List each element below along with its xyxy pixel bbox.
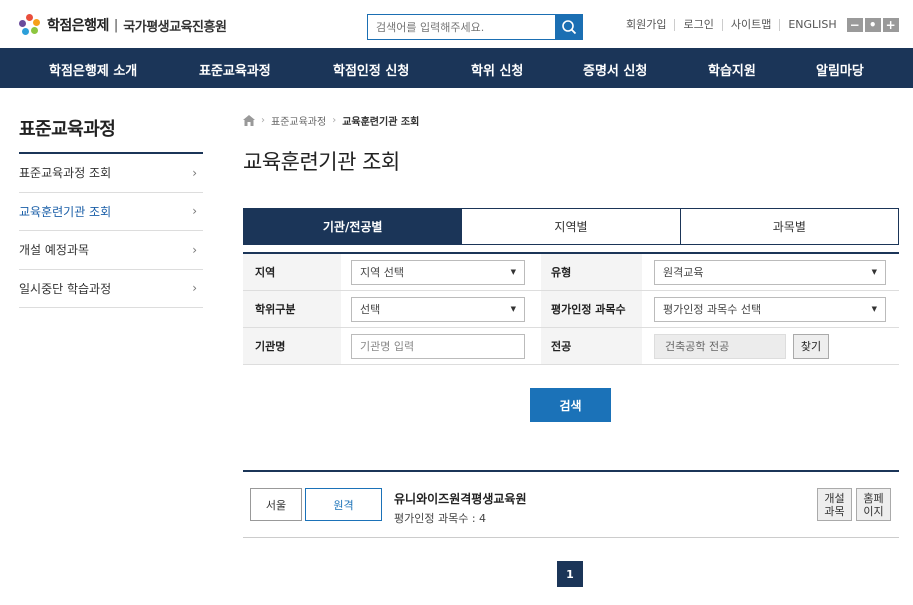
search-submit-button[interactable]: 검색 — [530, 388, 611, 422]
chevron-right-icon: › — [192, 204, 197, 219]
tab-subject[interactable]: 과목별 — [679, 209, 898, 244]
degree-label: 학위구분 — [243, 291, 341, 327]
degree-select-value: 선택 — [360, 303, 381, 316]
homepage-label: 홈페 이지 — [863, 491, 884, 518]
chevron-right-icon: › — [192, 242, 197, 257]
header-search — [367, 14, 583, 40]
degree-select[interactable]: 선택 ▼ — [351, 296, 525, 322]
sitemap-link[interactable]: 사이트맵 — [723, 19, 781, 31]
major-cell: 건축공학 전공 찾기 — [642, 328, 899, 364]
zoom-in-button[interactable]: + — [882, 18, 899, 32]
degree-cell: 선택 ▼ — [341, 291, 541, 327]
eval-count-select-value: 평가인정 과목수 선택 — [663, 303, 762, 316]
nav-item-learning-support[interactable]: 학습지원 — [708, 60, 756, 79]
logo-divider: | — [113, 17, 119, 33]
tab-institution-major[interactable]: 기관/전공별 — [244, 209, 462, 244]
sidebar-item-institution-search[interactable]: 교육훈련기관 조회 › — [19, 193, 203, 231]
breadcrumb: › 표준교육과정 › 교육훈련기관 조회 — [243, 113, 419, 128]
zoom-out-button[interactable]: − — [846, 18, 863, 32]
institution-name-cell: 기관명 입력 — [341, 328, 541, 364]
type-cell: 원격교육 ▼ — [642, 254, 899, 290]
tab-region[interactable]: 지역별 — [461, 209, 680, 244]
nav-item-degree-apply[interactable]: 학위 신청 — [471, 60, 523, 79]
caret-down-icon: ▼ — [871, 305, 877, 313]
search-tabs: 기관/전공별 지역별 과목별 — [243, 208, 899, 245]
nav-item-notice[interactable]: 알림마당 — [816, 60, 864, 79]
search-form: 지역 지역 선택 ▼ 유형 원격교육 ▼ 학위구분 선택 ▼ 평가인정 과목수 … — [243, 252, 899, 365]
site-logo[interactable]: 학점은행제 | 국가평생교육진흥원 — [19, 14, 227, 36]
eval-course-count: 평가인정 과목수 : 4 — [394, 512, 487, 525]
major-label: 전공 — [541, 328, 642, 364]
logo-org-name: 국가평생교육진흥원 — [123, 19, 227, 35]
open-courses-label: 개설 과목 — [824, 491, 845, 518]
region-select-value: 지역 선택 — [360, 266, 404, 279]
login-link[interactable]: 로그인 — [675, 19, 723, 31]
search-icon — [561, 20, 576, 35]
type-select-value: 원격교육 — [663, 266, 704, 279]
homepage-button[interactable]: 홈페 이지 — [856, 488, 891, 521]
page-title: 교육훈련기관 조회 — [243, 150, 400, 174]
find-major-button[interactable]: 찾기 — [793, 333, 829, 359]
search-button[interactable] — [555, 15, 582, 39]
font-zoom-controls: − • + — [845, 18, 899, 32]
chevron-right-icon: › — [192, 281, 197, 296]
caret-down-icon: ▼ — [871, 268, 877, 276]
region-cell: 지역 선택 ▼ — [341, 254, 541, 290]
breadcrumb-item[interactable]: 표준교육과정 — [271, 113, 326, 128]
nav-item-credit-apply[interactable]: 학점인정 신청 — [333, 60, 409, 79]
pagination-page-button[interactable]: 1 — [557, 561, 583, 587]
chevron-right-icon: › — [192, 165, 197, 180]
eval-count-select[interactable]: 평가인정 과목수 선택 ▼ — [654, 296, 886, 322]
sidebar-item-planned-courses[interactable]: 개설 예정과목 › — [19, 231, 203, 270]
signup-link[interactable]: 회원가입 — [618, 19, 676, 31]
logo-text: 학점은행제 — [47, 18, 109, 34]
sidebar-menu: 표준교육과정 조회 › 교육훈련기관 조회 › 개설 예정과목 › 일시중단 학… — [19, 152, 203, 308]
sidebar-item-label: 표준교육과정 조회 — [19, 166, 112, 181]
sidebar-item-label: 개설 예정과목 — [19, 243, 90, 258]
sidebar-item-curriculum-search[interactable]: 표준교육과정 조회 › — [19, 154, 203, 193]
form-row: 기관명 기관명 입력 전공 건축공학 전공 찾기 — [243, 328, 899, 365]
region-badge: 서울 — [250, 488, 302, 521]
nav-item-intro[interactable]: 학점은행제 소개 — [49, 60, 137, 79]
search-input[interactable] — [368, 15, 555, 39]
form-row: 학위구분 선택 ▼ 평가인정 과목수 평가인정 과목수 선택 ▼ — [243, 291, 899, 328]
open-courses-button[interactable]: 개설 과목 — [817, 488, 852, 521]
region-label: 지역 — [243, 254, 341, 290]
eval-count-label: 평가인정 과목수 — [541, 291, 642, 327]
type-select[interactable]: 원격교육 ▼ — [654, 259, 886, 285]
type-badge: 원격 — [305, 488, 382, 521]
sidebar-item-label: 일시중단 학습과정 — [19, 281, 112, 296]
sidebar-item-suspended-courses[interactable]: 일시중단 학습과정 › — [19, 270, 203, 308]
nav-item-standard-curriculum[interactable]: 표준교육과정 — [199, 60, 271, 79]
institution-name-label: 기관명 — [243, 328, 341, 364]
result-list: 서울 원격 유니와이즈원격평생교육원 평가인정 과목수 : 4 개설 과목 홈페… — [243, 470, 899, 538]
breadcrumb-current: 교육훈련기관 조회 — [342, 117, 420, 128]
type-label: 유형 — [541, 254, 642, 290]
logo-flower-icon — [19, 14, 41, 36]
home-icon[interactable] — [243, 115, 255, 126]
header: 학점은행제 | 국가평생교육진흥원 회원가입 로그인 사이트맵 ENGLISH … — [0, 0, 913, 48]
main-navigation: 학점은행제 소개 표준교육과정 학점인정 신청 학위 신청 증명서 신청 학습지… — [0, 48, 913, 88]
institution-name-link[interactable]: 유니와이즈원격평생교육원 — [394, 490, 526, 507]
form-row: 지역 지역 선택 ▼ 유형 원격교육 ▼ — [243, 254, 899, 291]
breadcrumb-separator: › — [261, 115, 265, 126]
breadcrumb-separator: › — [332, 115, 337, 126]
sidebar-item-label: 교육훈련기관 조회 — [19, 204, 112, 219]
english-link[interactable]: ENGLISH — [780, 19, 844, 31]
utility-links: 회원가입 로그인 사이트맵 ENGLISH − • + — [618, 18, 899, 32]
region-select[interactable]: 지역 선택 ▼ — [351, 259, 525, 285]
major-field: 건축공학 전공 — [654, 333, 786, 359]
nav-item-certificate[interactable]: 증명서 신청 — [583, 60, 647, 79]
caret-down-icon: ▼ — [510, 268, 516, 276]
eval-count-cell: 평가인정 과목수 선택 ▼ — [642, 291, 899, 327]
institution-name-input[interactable]: 기관명 입력 — [351, 333, 525, 359]
caret-down-icon: ▼ — [510, 305, 516, 313]
sidebar-title: 표준교육과정 — [19, 119, 116, 140]
zoom-reset-button[interactable]: • — [864, 18, 881, 32]
